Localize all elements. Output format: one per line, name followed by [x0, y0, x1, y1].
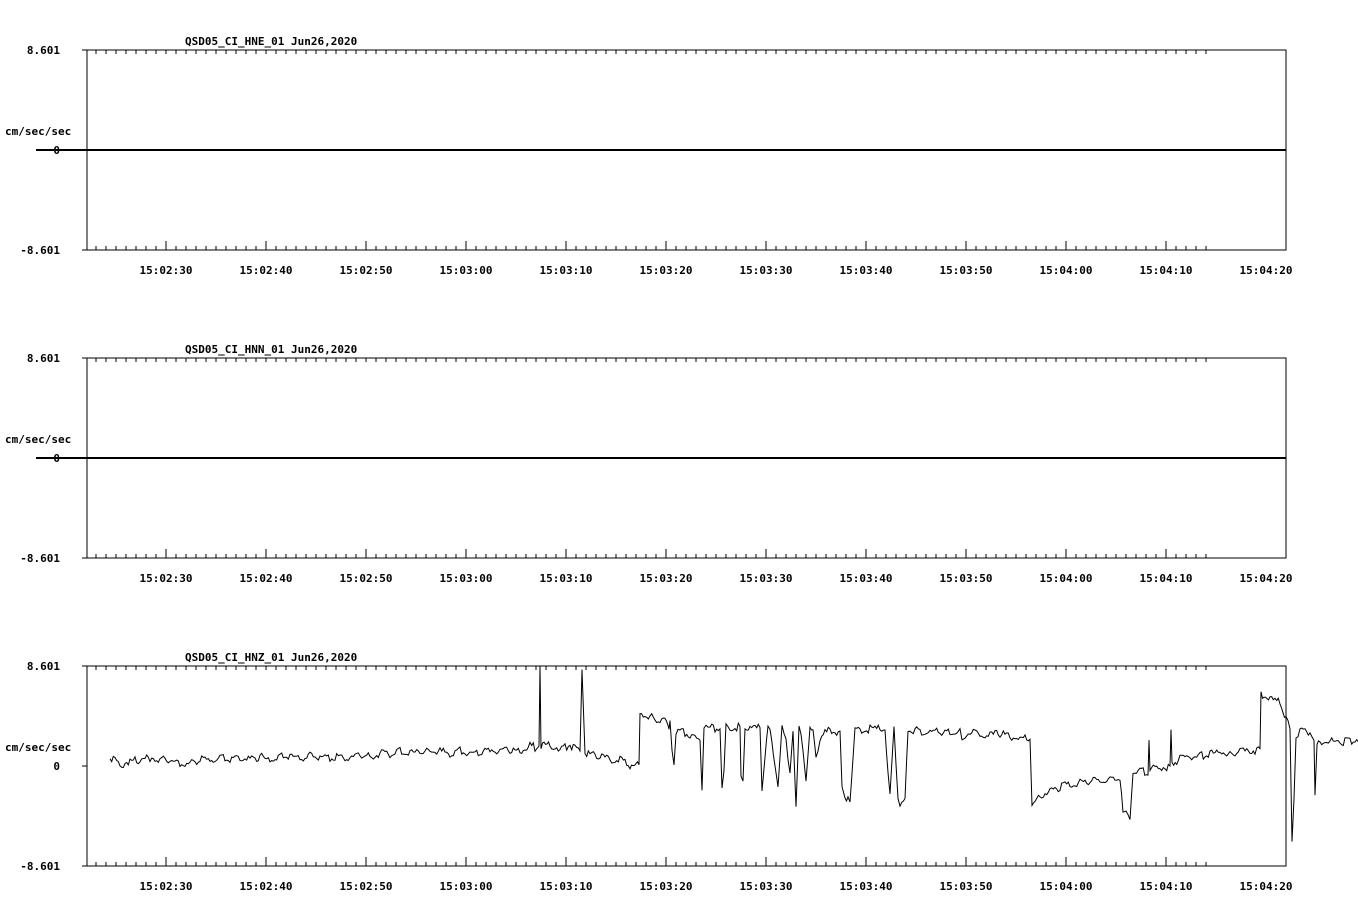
y-axis-label: cm/sec/sec — [5, 125, 71, 138]
x-tick-label: 15:03:40 — [840, 264, 893, 277]
waveform-trace — [109, 665, 1358, 842]
x-tick-label: 15:04:20 — [1240, 264, 1293, 277]
y-tick-label: 8.601 — [27, 352, 60, 365]
x-tick-label: 15:04:20 — [1240, 572, 1293, 585]
x-tick-label: 15:04:00 — [1040, 264, 1093, 277]
x-tick-label: 15:02:40 — [240, 264, 293, 277]
x-tick-label: 15:03:10 — [540, 264, 593, 277]
x-tick-label: 15:02:40 — [240, 880, 293, 893]
x-tick-label: 15:03:20 — [640, 880, 693, 893]
x-tick-label: 15:03:40 — [840, 880, 893, 893]
x-tick-label: 15:02:30 — [140, 572, 193, 585]
x-tick-label: 15:03:20 — [640, 572, 693, 585]
seismogram-figure: QSD05_CI_HNE_01 Jun26,2020 cm/sec/sec 8.60… — [5, 35, 1358, 893]
x-tick-label: 15:03:00 — [440, 880, 493, 893]
x-tick-label: 15:02:50 — [340, 880, 393, 893]
y-tick-label: -8.601 — [20, 552, 60, 565]
chart-title: QSD05_CI_HNZ_01 Jun26,2020 — [185, 651, 357, 664]
x-tick-label: 15:02:40 — [240, 572, 293, 585]
x-tick-label: 15:04:10 — [1140, 264, 1193, 277]
x-tick-label: 15:04:10 — [1140, 880, 1193, 893]
y-tick-label: 0 — [53, 760, 60, 773]
x-tick-label: 15:04:00 — [1040, 880, 1093, 893]
x-tick-label: 15:04:00 — [1040, 572, 1093, 585]
chart-title: QSD05_CI_HNN_01 Jun26,2020 — [185, 343, 357, 356]
y-tick-label: -8.601 — [20, 244, 60, 257]
x-tick-label: 15:03:40 — [840, 572, 893, 585]
x-tick-label: 15:02:30 — [140, 880, 193, 893]
x-tick-label: 15:03:30 — [740, 572, 793, 585]
y-axis-label: cm/sec/sec — [5, 433, 71, 446]
x-tick-label: 15:03:30 — [740, 264, 793, 277]
x-tick-label: 15:03:10 — [540, 572, 593, 585]
x-tick-label: 15:03:30 — [740, 880, 793, 893]
x-tick-label: 15:03:50 — [940, 264, 993, 277]
x-tick-label: 15:03:20 — [640, 264, 693, 277]
x-tick-label: 15:02:50 — [340, 264, 393, 277]
y-tick-label: -8.601 — [20, 860, 60, 873]
x-tick-label: 15:02:30 — [140, 264, 193, 277]
chart-title: QSD05_CI_HNE_01 Jun26,2020 — [185, 35, 357, 48]
x-tick-label: 15:03:50 — [940, 572, 993, 585]
x-tick-label: 15:04:10 — [1140, 572, 1193, 585]
x-tick-label: 15:03:50 — [940, 880, 993, 893]
x-tick-label: 15:03:00 — [440, 264, 493, 277]
x-tick-label: 15:03:10 — [540, 880, 593, 893]
x-tick-label: 15:03:00 — [440, 572, 493, 585]
plot-frame — [86, 665, 1287, 867]
x-tick-label: 15:02:50 — [340, 572, 393, 585]
y-tick-label: 8.601 — [27, 660, 60, 673]
x-tick-label: 15:04:20 — [1240, 880, 1293, 893]
y-axis-label: cm/sec/sec — [5, 741, 71, 754]
y-tick-label: 8.601 — [27, 44, 60, 57]
